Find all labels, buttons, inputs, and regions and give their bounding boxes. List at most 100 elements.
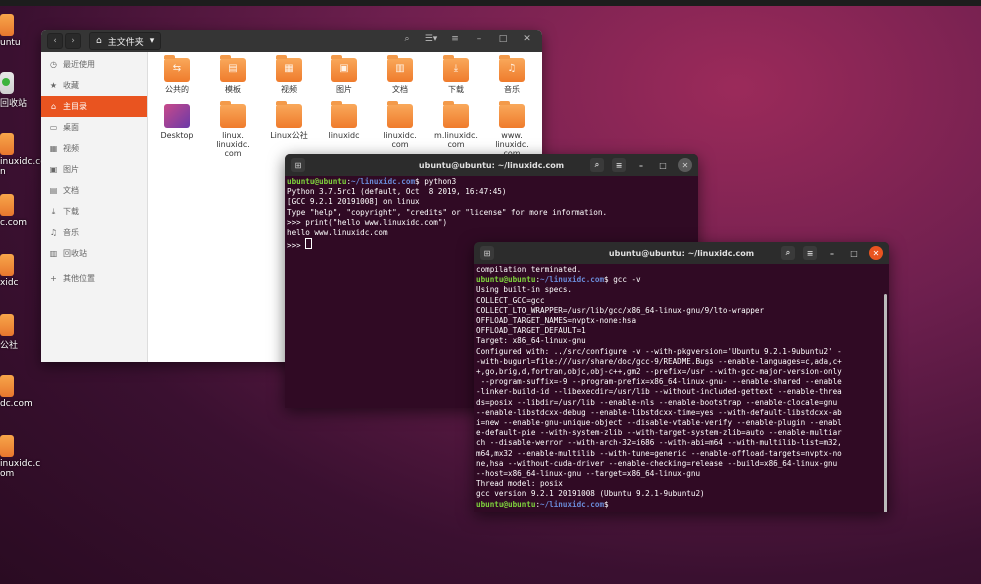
back-button[interactable]: ‹ <box>47 33 63 49</box>
scrollbar[interactable] <box>884 294 887 512</box>
file-item[interactable]: ⤓ 下载 <box>428 55 484 94</box>
desktop-item-label: untu <box>0 38 21 48</box>
file-item[interactable]: Desktop <box>149 104 205 140</box>
terminal-line: +,go,brig,d,fortran,objc,obj-c++,gm2 --p… <box>476 367 842 377</box>
terminal-line: -linker-build-id --libexecdir=/usr/lib -… <box>476 387 842 397</box>
path-bar[interactable]: ⌂ 主文件夹 ▾ <box>89 32 162 50</box>
desktop-item-label: inuxidc.co <box>0 157 46 167</box>
new-tab-icon[interactable]: ⊞ <box>291 158 305 172</box>
desktop-item[interactable]: inuxidc.co n <box>0 133 46 177</box>
folder-icon: ▣ <box>331 55 357 82</box>
menu-icon[interactable]: ≡ <box>612 158 626 172</box>
chevron-down-icon[interactable]: ▾ <box>150 36 155 46</box>
path-label: 主文件夹 <box>107 37 144 48</box>
terminal-line: ch --disable-werror --with-arch-32=i686 … <box>476 438 842 448</box>
sidebar-item-desktop[interactable]: ▭ 桌面 <box>41 117 147 138</box>
sidebar-item-label: 回收站 <box>63 249 87 258</box>
maximize-icon[interactable]: □ <box>847 246 861 260</box>
terminal-line: --host=x86_64-linux-gnu --target=x86_64-… <box>476 469 701 479</box>
desktop-item-label: dc.com <box>0 399 33 409</box>
file-item[interactable]: linuxidc. com <box>372 101 428 149</box>
search-icon[interactable]: ⌕ <box>590 158 604 172</box>
sidebar-item-documents[interactable]: ▤ 文档 <box>41 180 147 201</box>
new-tab-icon[interactable]: ⊞ <box>480 246 494 260</box>
text-cursor <box>305 238 313 250</box>
file-item[interactable]: ▣ 图片 <box>316 55 372 94</box>
menu-icon[interactable]: ≡ <box>803 246 817 260</box>
desktop-item[interactable]: inuxidc.c om <box>0 435 40 479</box>
trash-icon: ▥ <box>49 249 58 258</box>
file-item[interactable]: ▥ 文档 <box>372 55 428 94</box>
sidebar-item-downloads[interactable]: ⤓ 下载 <box>41 201 147 222</box>
file-item[interactable]: ▦ 视频 <box>261 55 317 94</box>
terminal-line: gcc version 9.2.1 20191008 (Ubuntu 9.2.1… <box>476 489 705 499</box>
sidebar-item-music[interactable]: ♫ 音乐 <box>41 222 147 243</box>
terminal-line: >>> print("hello www.linuxidc.com") <box>287 217 448 227</box>
home-icon: ⌂ <box>96 36 102 46</box>
sidebar-item-home[interactable]: ⌂ 主目录 <box>41 96 147 117</box>
desktop-item[interactable]: untu <box>0 14 40 48</box>
desktop-item[interactable]: xidc <box>0 254 40 288</box>
terminal-line: ne,hsa --without-cuda-driver --enable-ch… <box>476 458 838 468</box>
file-item[interactable]: ♫ 音乐 <box>484 55 540 94</box>
folder-icon <box>0 194 14 216</box>
terminal-line: e-default-pie --with-system-zlib --with-… <box>476 428 842 438</box>
desktop-item[interactable]: c.com <box>0 194 40 228</box>
menu-icon[interactable]: ≡ <box>448 34 462 44</box>
folder-icon: ▥ <box>387 55 413 82</box>
file-item[interactable]: www. linuxidc. com <box>484 101 540 158</box>
search-icon[interactable]: ⌕ <box>781 246 795 260</box>
file-label: linuxidc <box>328 131 360 140</box>
maximize-icon[interactable]: □ <box>656 158 670 172</box>
terminal-line: --enable-libstdcxx-debug --enable-libstd… <box>476 407 842 417</box>
desktop-item-label: n <box>0 167 6 177</box>
forward-button[interactable]: › <box>65 33 81 49</box>
folder-icon <box>0 375 14 397</box>
desktop-item-label: om <box>0 469 15 479</box>
view-options-icon[interactable]: ☰▾ <box>424 34 438 44</box>
folder-icon: ♫ <box>499 55 525 82</box>
close-icon[interactable]: ✕ <box>520 34 534 44</box>
search-icon[interactable]: ⌕ <box>400 34 414 44</box>
file-item[interactable]: m.linuxidc. com <box>428 101 484 149</box>
file-item[interactable]: Linux公社 <box>261 101 317 140</box>
folder-icon <box>331 101 357 128</box>
video-icon: ▦ <box>49 144 58 153</box>
image-icon: ▣ <box>49 165 58 174</box>
sidebar-item-starred[interactable]: ★ 收藏 <box>41 75 147 96</box>
close-icon[interactable]: ✕ <box>678 158 692 172</box>
file-item[interactable]: ▤ 模板 <box>205 55 261 94</box>
sidebar-item-label: 图片 <box>63 165 79 174</box>
sidebar-item-trash[interactable]: ▥ 回收站 <box>41 243 147 264</box>
minimize-icon[interactable]: – <box>634 158 648 172</box>
folder-icon: ⇆ <box>164 55 190 82</box>
folder-icon <box>276 101 302 128</box>
sidebar-item-label: 其他位置 <box>63 274 95 283</box>
sidebar-item-label: 桌面 <box>63 123 79 132</box>
sidebar-item-recent[interactable]: ◷ 最近使用 <box>41 54 147 75</box>
sidebar-item-other-locations[interactable]: + 其他位置 <box>41 268 147 289</box>
file-item[interactable]: linux. linuxidc. com <box>205 101 261 158</box>
minimize-icon[interactable]: – <box>825 246 839 260</box>
sidebar-item-pictures[interactable]: ▣ 图片 <box>41 159 147 180</box>
file-item[interactable]: linuxidc <box>316 101 372 140</box>
folder-icon <box>499 101 525 128</box>
file-item[interactable]: ⇆ 公共的 <box>149 55 205 94</box>
terminal-headerbar: ⊞ ubuntu@ubuntu: ~/linuxidc.com ⌕ ≡ – □ … <box>285 154 698 176</box>
minimize-icon[interactable]: – <box>472 34 486 44</box>
terminal-output[interactable]: compilation terminated. ubuntu@ubuntu:~/l… <box>474 264 889 511</box>
terminal-output[interactable]: ubuntu@ubuntu:~/linuxidc.com$ python3 Pyt… <box>285 176 698 252</box>
sidebar-item-label: 音乐 <box>63 228 79 237</box>
folder-icon <box>0 14 14 36</box>
maximize-icon[interactable]: □ <box>496 34 510 44</box>
desktop-item[interactable]: 回收站 <box>0 72 40 109</box>
sidebar-item-videos[interactable]: ▦ 视频 <box>41 138 147 159</box>
file-label: 视频 <box>281 85 297 94</box>
desktop-item[interactable]: 公社 <box>0 314 40 351</box>
close-icon[interactable]: ✕ <box>869 246 883 260</box>
sidebar-item-label: 收藏 <box>63 81 79 90</box>
file-label: 音乐 <box>504 85 520 94</box>
folder-icon <box>0 133 14 155</box>
terminal-line: Target: x86_64-linux-gnu <box>476 336 586 346</box>
desktop-item[interactable]: dc.com <box>0 375 40 409</box>
